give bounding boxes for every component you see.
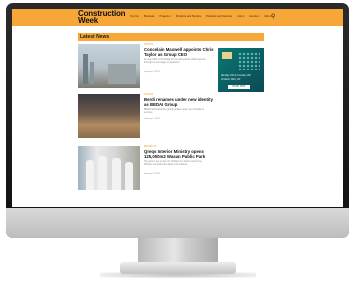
ad-text-line-2: of March 2023, JW — [221, 79, 241, 81]
article-excerpt: The park is set to open 17 facilities fo… — [144, 161, 202, 166]
tower-shape — [83, 54, 88, 84]
article-date: January 3, 2023 — [144, 173, 160, 175]
figure-shape — [86, 160, 94, 190]
article-headline[interactable]: Concelain Maxwell appoints Chris Taylor … — [144, 47, 214, 57]
logo-line-2: Week — [78, 15, 98, 25]
figure-shape — [112, 158, 121, 190]
article-kicker[interactable]: PEOPLE — [144, 44, 153, 46]
nav-item-jobs[interactable]: Jobs ▾ — [237, 15, 245, 18]
nav-item-products-services[interactable]: Products and Services — [206, 15, 232, 18]
ad-logo — [222, 52, 232, 59]
nav-item-events[interactable]: Events ▾ — [250, 15, 260, 18]
nav-item-business[interactable]: Business — [144, 15, 155, 18]
ad-text-line-1: Monday 13th & Tuesday 14th — [221, 75, 251, 77]
ad-decoration — [238, 52, 260, 70]
figure-shape — [125, 162, 133, 190]
search-icon[interactable]: ⚲ — [271, 13, 275, 20]
tower-shape — [90, 62, 94, 84]
article-excerpt: As new CEO of the Dubai firm he will lea… — [144, 59, 206, 64]
article-date: January 3, 2023 — [144, 71, 160, 73]
article-kicker[interactable]: PEOPLE — [144, 94, 153, 96]
section-header: Latest News — [78, 33, 264, 41]
building-shape — [108, 64, 136, 84]
screen: Construction Week Top Cut Business Proje… — [12, 9, 343, 207]
top-navbar: Construction Week Top Cut Business Proje… — [12, 9, 343, 26]
monitor-chin — [6, 208, 349, 238]
article-image[interactable] — [78, 94, 140, 138]
article-excerpt: BEDAI will hold all the group entities u… — [144, 109, 204, 114]
nav-menu: Top Cut Business Projects ▾ Products and… — [130, 15, 272, 18]
nav-item-top-cut[interactable]: Top Cut — [130, 15, 139, 18]
article-kicker[interactable]: PROJECTS — [144, 146, 156, 148]
site-logo[interactable]: Construction Week — [78, 10, 132, 25]
ad-book-now-button[interactable]: BOOK NOW — [228, 85, 250, 89]
article-image[interactable] — [78, 146, 140, 190]
section-title: Latest News — [80, 34, 110, 40]
article-headline[interactable]: Berdi renames under new identity as BEDA… — [144, 97, 214, 107]
article-headline[interactable]: Qreqs Interior Ministry opens 125,000m2 … — [144, 149, 214, 159]
figure-shape — [98, 156, 107, 190]
article-image[interactable] — [78, 44, 140, 88]
nav-item-projects[interactable]: Projects ▾ — [159, 15, 170, 18]
nav-item-products-tenders[interactable]: Products and Tenders — [176, 15, 201, 18]
article-date: January 3, 2023 — [144, 118, 160, 120]
ad-banner[interactable]: Monday 13th & Tuesday 14th of March 2023… — [218, 48, 264, 92]
monitor-stand-neck — [138, 238, 218, 264]
monitor-stand-base — [120, 262, 236, 274]
